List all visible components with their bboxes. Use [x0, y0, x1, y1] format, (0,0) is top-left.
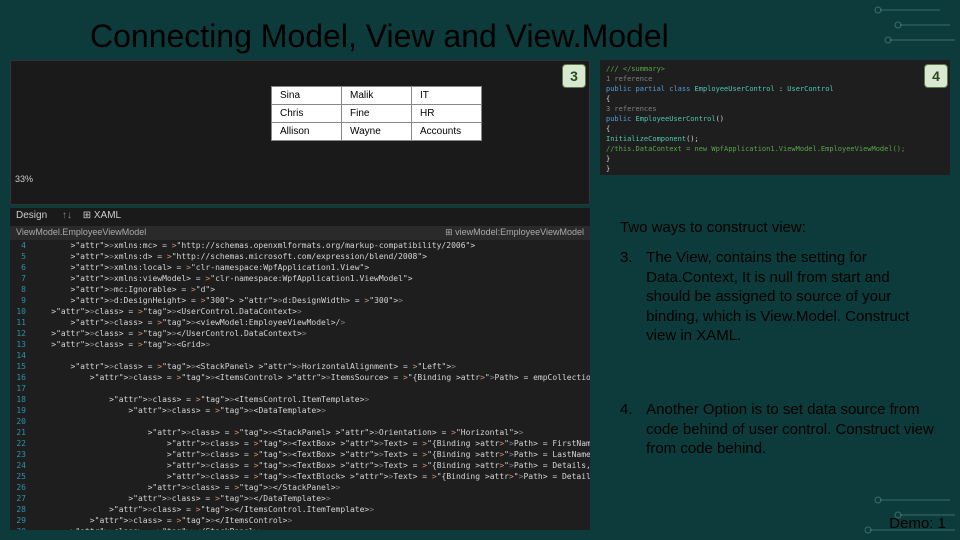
- callout-3: 3: [562, 64, 586, 88]
- point-3: 3. The View, contains the setting for Da…: [620, 248, 940, 346]
- table-row: ChrisFineHR: [272, 105, 482, 123]
- table-row: AllisonWayneAccounts: [272, 123, 482, 141]
- design-tab-bar: Design ↑↓ ⊞ XAML: [10, 208, 590, 226]
- table-row: SinaMalikIT: [272, 87, 482, 105]
- intro-text: Two ways to construct view:: [620, 218, 940, 238]
- tab-xaml[interactable]: ⊞ XAML: [83, 210, 121, 221]
- model-path-bar: ViewModel.EmployeeViewModel ⊞ viewModel:…: [10, 226, 590, 240]
- employee-grid: SinaMalikIT ChrisFineHR AllisonWayneAcco…: [271, 86, 482, 141]
- designer-preview: SinaMalikIT ChrisFineHR AllisonWayneAcco…: [10, 60, 590, 205]
- callout-4: 4: [924, 64, 948, 88]
- demo-label: Demo: 1: [889, 515, 946, 532]
- tab-design[interactable]: Design: [16, 210, 47, 221]
- xaml-editor[interactable]: 4 >"attr">>xmlns:mc> = >"http://schemas.…: [10, 240, 590, 530]
- zoom-level: 33%: [15, 174, 33, 184]
- circuit-decoration-icon: [870, 0, 960, 60]
- csharp-editor[interactable]: /// </summary>1 referencepublic partial …: [600, 60, 950, 175]
- slide-title: Connecting Model, View and View.Model: [90, 18, 669, 55]
- point-4: 4. Another Option is to set data source …: [620, 400, 940, 459]
